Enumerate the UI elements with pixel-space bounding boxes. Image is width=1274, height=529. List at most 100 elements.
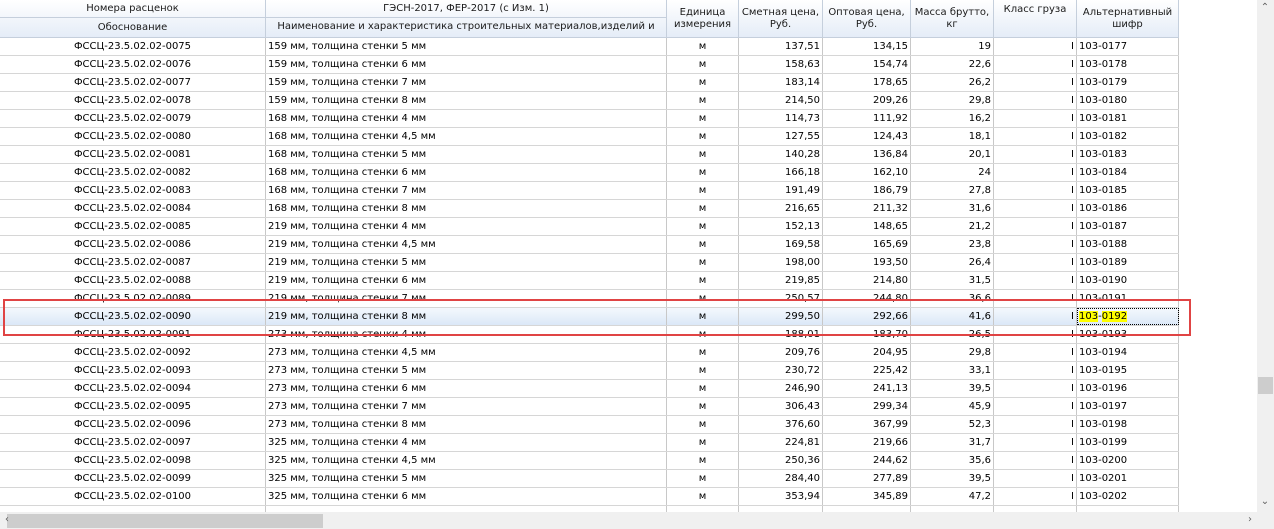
cell-name[interactable]: 325 мм, толщина стенки 5 мм (266, 470, 667, 487)
cell-unit[interactable]: м (667, 164, 739, 181)
cell-unit[interactable]: м (667, 272, 739, 289)
cell-gross-mass[interactable]: 21,2 (911, 218, 994, 235)
cell-code[interactable]: ФССЦ-23.5.02.02-0091 (0, 326, 266, 343)
horizontal-scrollbar[interactable]: ‹ › (0, 512, 1274, 529)
cell-gross-mass[interactable]: 29,8 (911, 344, 994, 361)
cell-alt-code[interactable]: 103-0178 (1077, 56, 1179, 73)
cell-alt-code[interactable]: 103-0201 (1077, 470, 1179, 487)
table-row[interactable]: ФССЦ-23.5.02.02-0099 325 мм, толщина стен… (0, 470, 1179, 488)
cell-gross-mass[interactable]: 31,7 (911, 434, 994, 451)
cell-code[interactable]: ФССЦ-23.5.02.02-0084 (0, 200, 266, 217)
cell-gross-mass[interactable]: 29,8 (911, 92, 994, 109)
cell-alt-code[interactable]: 103-0188 (1077, 236, 1179, 253)
horizontal-scroll-thumb[interactable] (7, 514, 323, 528)
table-row[interactable]: ФССЦ-23.5.02.02-0098 325 мм, толщина стен… (0, 452, 1179, 470)
cell-unit[interactable]: м (667, 452, 739, 469)
cell-wholesale-price[interactable]: 134,15 (823, 38, 911, 55)
cell-code[interactable]: ФССЦ-23.5.02.02-0098 (0, 452, 266, 469)
cell-unit[interactable]: м (667, 398, 739, 415)
cell-cargo-class[interactable]: I (994, 416, 1077, 433)
cell-alt-code[interactable]: 103-0198 (1077, 416, 1179, 433)
cell-unit[interactable]: м (667, 200, 739, 217)
cell-alt-code[interactable]: 103-0199 (1077, 434, 1179, 451)
cell-cargo-class[interactable]: I (994, 308, 1077, 325)
cell-alt-code[interactable]: 103-0180 (1077, 92, 1179, 109)
cell-cargo-class[interactable]: I (994, 164, 1077, 181)
cell-alt-code[interactable]: 103-0177 (1077, 38, 1179, 55)
cell-name[interactable]: 219 мм, толщина стенки 4,5 мм (266, 236, 667, 253)
table-row[interactable]: ФССЦ-23.5.02.02-0081 168 мм, толщина стен… (0, 146, 1179, 164)
cell-unit[interactable]: м (667, 128, 739, 145)
table-row[interactable]: ФССЦ-23.5.02.02-0086 219 мм, толщина стен… (0, 236, 1179, 254)
cell-code[interactable]: ФССЦ-23.5.02.02-0095 (0, 398, 266, 415)
cell-alt-code[interactable]: 103-0194 (1077, 344, 1179, 361)
cell-code[interactable]: ФССЦ-23.5.02.02-0096 (0, 416, 266, 433)
table-row[interactable]: ФССЦ-23.5.02.02-0079 168 мм, толщина стен… (0, 110, 1179, 128)
table-row[interactable]: ФССЦ-23.5.02.02-0087 219 мм, толщина стен… (0, 254, 1179, 272)
cell-cargo-class[interactable]: I (994, 290, 1077, 307)
cell-gross-mass[interactable]: 19 (911, 38, 994, 55)
cell-cargo-class[interactable]: I (994, 434, 1077, 451)
cell-code[interactable]: ФССЦ-23.5.02.02-0093 (0, 362, 266, 379)
cell-estimate-price[interactable]: 137,51 (739, 38, 823, 55)
table-row[interactable]: ФССЦ-23.5.02.02-0088 219 мм, толщина стен… (0, 272, 1179, 290)
cell-estimate-price[interactable]: 306,43 (739, 398, 823, 415)
scroll-up-icon[interactable]: ⌃ (1258, 2, 1272, 13)
table-row[interactable]: ФССЦ-23.5.02.02-0085 219 мм, толщина стен… (0, 218, 1179, 236)
cell-name[interactable]: 168 мм, толщина стенки 4,5 мм (266, 128, 667, 145)
vertical-scroll-thumb[interactable] (1258, 377, 1273, 394)
cell-code[interactable]: ФССЦ-23.5.02.02-0078 (0, 92, 266, 109)
scroll-down-icon[interactable]: ⌄ (1258, 496, 1272, 507)
scroll-left-icon[interactable]: ‹ (0, 514, 14, 525)
cell-cargo-class[interactable]: I (994, 182, 1077, 199)
cell-wholesale-price[interactable]: 244,80 (823, 290, 911, 307)
cell-name[interactable]: 168 мм, толщина стенки 4 мм (266, 110, 667, 127)
table-row[interactable]: ФССЦ-23.5.02.02-0089 219 мм, толщина стен… (0, 290, 1179, 308)
cell-alt-code[interactable]: 103-0182 (1077, 128, 1179, 145)
cell-estimate-price[interactable]: 152,13 (739, 218, 823, 235)
table-row[interactable]: ФССЦ-23.5.02.02-0084 168 мм, толщина стен… (0, 200, 1179, 218)
cell-estimate-price[interactable]: 209,76 (739, 344, 823, 361)
cell-cargo-class[interactable]: I (994, 470, 1077, 487)
cell-gross-mass[interactable]: 52,3 (911, 416, 994, 433)
cell-gross-mass[interactable]: 26,2 (911, 74, 994, 91)
cell-gross-mass[interactable]: 39,5 (911, 470, 994, 487)
cell-unit[interactable]: м (667, 308, 739, 325)
cell-alt-code[interactable]: 103-0192 (1077, 308, 1179, 325)
cell-code[interactable]: ФССЦ-23.5.02.02-0077 (0, 74, 266, 91)
cell-wholesale-price[interactable]: 111,92 (823, 110, 911, 127)
table-row[interactable]: ФССЦ-23.5.02.02-0091 273 мм, толщина стен… (0, 326, 1179, 344)
header-cargo-class[interactable]: Класс груза (994, 0, 1077, 38)
cell-wholesale-price[interactable]: 162,10 (823, 164, 911, 181)
cell-alt-code[interactable]: 103-0193 (1077, 326, 1179, 343)
cell-alt-code[interactable]: 103-0195 (1077, 362, 1179, 379)
cell-wholesale-price[interactable]: 241,13 (823, 380, 911, 397)
cell-code[interactable]: ФССЦ-23.5.02.02-0100 (0, 488, 266, 505)
cell-unit[interactable]: м (667, 110, 739, 127)
cell-estimate-price[interactable]: 224,81 (739, 434, 823, 451)
cell-estimate-price[interactable]: 353,94 (739, 488, 823, 505)
table-row[interactable]: ФССЦ-23.5.02.02-0095 273 мм, толщина стен… (0, 398, 1179, 416)
table-row[interactable]: ФССЦ-23.5.02.02-0077 159 мм, толщина стен… (0, 74, 1179, 92)
cell-code[interactable]: ФССЦ-23.5.02.02-0099 (0, 470, 266, 487)
cell-alt-code[interactable]: 103-0196 (1077, 380, 1179, 397)
cell-gross-mass[interactable]: 41,6 (911, 308, 994, 325)
table-row[interactable]: ФССЦ-23.5.02.02-0078 159 мм, толщина стен… (0, 92, 1179, 110)
cell-alt-code[interactable]: 103-0197 (1077, 398, 1179, 415)
cell-wholesale-price[interactable]: 367,99 (823, 416, 911, 433)
cell-unit[interactable]: м (667, 236, 739, 253)
table-row[interactable]: ФССЦ-23.5.02.02-0083 168 мм, толщина стен… (0, 182, 1179, 200)
cell-unit[interactable]: м (667, 326, 739, 343)
cell-code[interactable]: ФССЦ-23.5.02.02-0075 (0, 38, 266, 55)
cell-wholesale-price[interactable]: 204,95 (823, 344, 911, 361)
cell-alt-code[interactable]: 103-0184 (1077, 164, 1179, 181)
cell-wholesale-price[interactable]: 165,69 (823, 236, 911, 253)
cell-cargo-class[interactable]: I (994, 146, 1077, 163)
cell-wholesale-price[interactable]: 299,34 (823, 398, 911, 415)
cell-cargo-class[interactable]: I (994, 344, 1077, 361)
table-row[interactable]: ФССЦ-23.5.02.02-0093 273 мм, толщина стен… (0, 362, 1179, 380)
cell-name[interactable]: 219 мм, толщина стенки 8 мм (266, 308, 667, 325)
cell-code[interactable]: ФССЦ-23.5.02.02-0097 (0, 434, 266, 451)
cell-cargo-class[interactable]: I (994, 488, 1077, 505)
cell-cargo-class[interactable]: I (994, 56, 1077, 73)
